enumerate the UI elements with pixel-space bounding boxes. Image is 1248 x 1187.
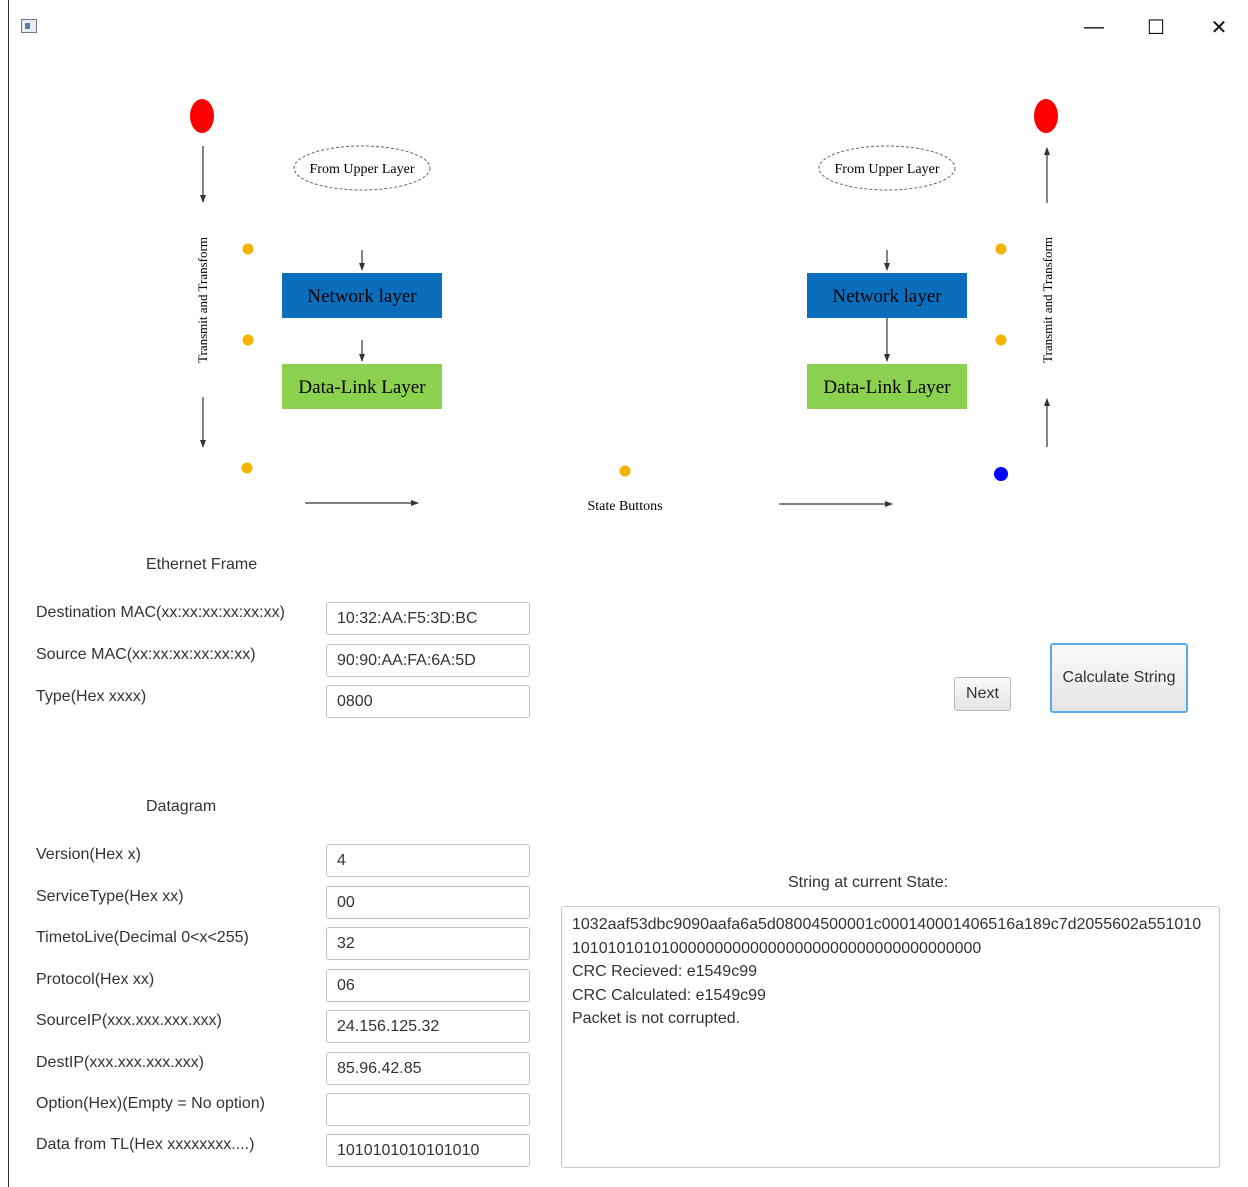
destination-mac-label: Destination MAC(xx:xx:xx:xx:xx:xx) — [36, 604, 285, 621]
output-text-area[interactable]: 1032aaf53dbc9090aafa6a5d08004500001c0001… — [561, 906, 1220, 1168]
state-dot-middle[interactable] — [619, 465, 631, 477]
data-from-tl-field[interactable] — [326, 1134, 530, 1167]
protocol-field[interactable] — [326, 969, 530, 1002]
state-dot-receiver-2[interactable] — [995, 334, 1007, 346]
protocol-diagram: Transmit and Transform From Upper Layer … — [190, 99, 1058, 514]
service-type-label: ServiceType(Hex xx) — [36, 888, 184, 905]
state-dot-receiver-1[interactable] — [995, 243, 1007, 255]
dest-ip-field[interactable] — [326, 1052, 530, 1085]
type-label: Type(Hex xxxx) — [36, 688, 147, 705]
state-dot-sender-1[interactable] — [242, 243, 254, 255]
sender-datalink-layer-label: Data-Link Layer — [298, 377, 426, 398]
state-dot-sender-3[interactable] — [241, 462, 253, 474]
sender-upper-layer-label: From Upper Layer — [310, 162, 415, 177]
source-mac-field[interactable] — [326, 644, 530, 677]
option-label: Option(Hex)(Empty = No option) — [36, 1095, 265, 1112]
dest-ip-label: DestIP(xxx.xxx.xxx.xxx) — [36, 1054, 205, 1071]
calculate-string-button[interactable]: Calculate String — [1050, 643, 1188, 713]
source-ip-label: SourceIP(xxx.xxx.xxx.xxx) — [36, 1012, 222, 1029]
receiver-upper-layer-label: From Upper Layer — [835, 162, 940, 177]
ttl-field[interactable] — [326, 927, 530, 960]
ttl-label: TimetoLive(Decimal 0<x<255) — [36, 929, 249, 946]
sender-endpoint[interactable] — [190, 99, 214, 133]
version-field[interactable] — [326, 844, 530, 877]
output-line: CRC Calculated: e1549c99 — [572, 986, 766, 1004]
output-line: Packet is not corrupted. — [572, 1010, 741, 1027]
state-dot-sender-2[interactable] — [242, 334, 254, 346]
ethernet-frame-title: Ethernet Frame — [146, 556, 258, 573]
next-button[interactable]: Next — [954, 677, 1011, 711]
state-dot-receiver-active[interactable] — [994, 467, 1008, 481]
option-field[interactable] — [326, 1093, 530, 1126]
receiver-transmit-label: Transmit and Transform — [1040, 237, 1055, 363]
source-mac-label: Source MAC(xx:xx:xx:xx:xx:xx) — [36, 646, 256, 663]
sender-transmit-label: Transmit and Transform — [195, 237, 210, 363]
datagram-title: Datagram — [146, 798, 217, 815]
state-buttons-label: State Buttons — [587, 499, 662, 514]
protocol-label: Protocol(Hex xx) — [36, 971, 155, 988]
output-title: String at current State: — [788, 874, 949, 891]
type-field[interactable] — [326, 685, 530, 718]
service-type-field[interactable] — [326, 886, 530, 919]
receiver-datalink-layer-label: Data-Link Layer — [823, 377, 951, 398]
output-line: 1032aaf53dbc9090aafa6a5d08004500001c0001… — [572, 916, 1202, 933]
output-line: CRC Recieved: e1549c99 — [572, 963, 757, 980]
receiver-network-layer-label: Network layer — [832, 286, 942, 307]
source-ip-field[interactable] — [326, 1010, 530, 1043]
receiver-endpoint[interactable] — [1034, 99, 1058, 133]
version-label: Version(Hex x) — [36, 846, 141, 863]
data-from-tl-label: Data from TL(Hex xxxxxxxx....) — [36, 1136, 255, 1153]
output-line: 1010101010100000000000000000000000000000… — [572, 939, 982, 957]
sender-network-layer-label: Network layer — [307, 286, 417, 307]
destination-mac-field[interactable] — [326, 602, 530, 635]
